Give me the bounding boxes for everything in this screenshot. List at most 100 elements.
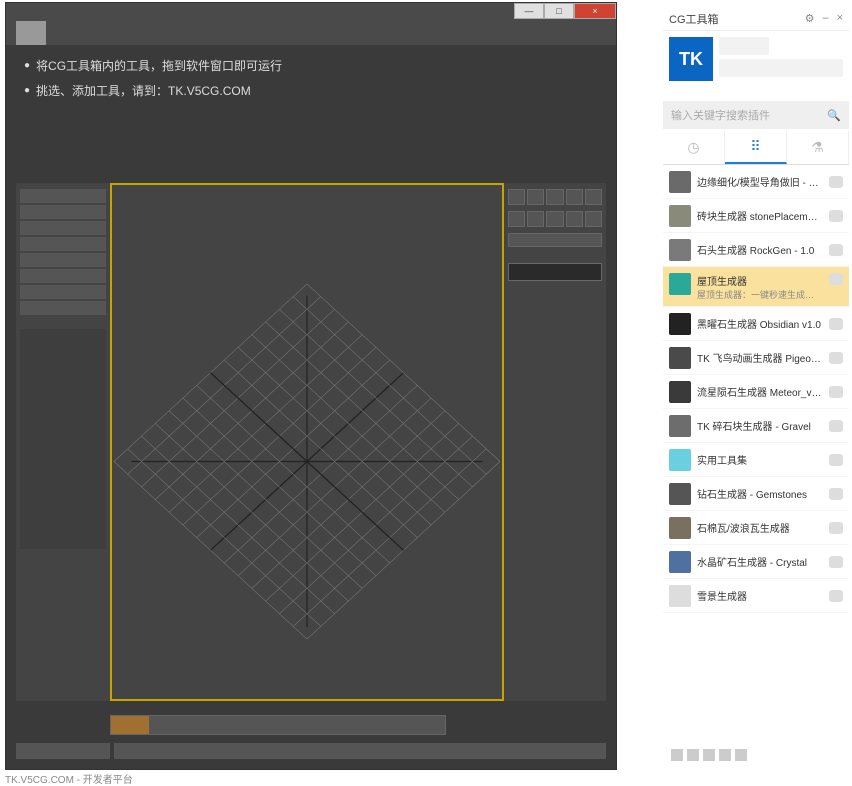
tool-item[interactable]: 实用工具集 bbox=[663, 443, 849, 477]
maximize-button[interactable]: □ bbox=[544, 3, 574, 19]
tool-text: 石头生成器 RockGen - 1.0 bbox=[697, 242, 823, 257]
tool-thumbnail bbox=[669, 483, 691, 505]
tool-slot[interactable] bbox=[20, 189, 106, 203]
toolbox-title: CG工具箱 bbox=[669, 11, 719, 27]
timeline-track[interactable] bbox=[110, 715, 446, 735]
tool-slot[interactable] bbox=[20, 253, 106, 267]
comment-icon[interactable] bbox=[829, 210, 843, 222]
view-btn[interactable] bbox=[566, 211, 583, 227]
comment-icon[interactable] bbox=[829, 318, 843, 330]
tool-item[interactable]: 石棉瓦/波浪瓦生成器 bbox=[663, 511, 849, 545]
view-btn[interactable] bbox=[546, 189, 563, 205]
view-btn[interactable] bbox=[527, 189, 544, 205]
footer-sq[interactable] bbox=[719, 749, 731, 761]
tool-item[interactable]: 屋顶生成器屋顶生成器：一键秒速生成各种复... bbox=[663, 267, 849, 307]
comment-icon[interactable] bbox=[829, 386, 843, 398]
close-button[interactable]: × bbox=[574, 3, 616, 19]
profile-section: TK bbox=[663, 31, 849, 99]
timeline-playhead[interactable] bbox=[111, 716, 149, 734]
workspace bbox=[16, 183, 606, 701]
tool-thumbnail bbox=[669, 347, 691, 369]
toolbox-header: CG工具箱 ⚙ – × bbox=[663, 7, 849, 31]
avatar[interactable]: TK bbox=[669, 37, 713, 81]
tool-list[interactable]: 边缘细化/模型导角做旧 - Deformed Edges 砖块生成器 stoneP… bbox=[663, 165, 849, 685]
tool-item[interactable]: 钻石生成器 - Gemstones bbox=[663, 477, 849, 511]
tool-text: 边缘细化/模型导角做旧 - Deformed Edges bbox=[697, 174, 823, 189]
settings-icon[interactable]: ⚙ bbox=[805, 12, 815, 25]
footer-sq[interactable] bbox=[703, 749, 715, 761]
tab-history[interactable]: ◷ bbox=[663, 131, 725, 164]
view-btn[interactable] bbox=[527, 211, 544, 227]
dropdown[interactable] bbox=[508, 263, 602, 281]
watermark: TK.V5CG.COM - 开发者平台 bbox=[5, 771, 133, 786]
comment-icon[interactable] bbox=[829, 488, 843, 500]
footer-sq[interactable] bbox=[735, 749, 747, 761]
tool-text: 雪景生成器 bbox=[697, 588, 823, 603]
tool-title: 雪景生成器 bbox=[697, 588, 823, 603]
tool-text: 石棉瓦/波浪瓦生成器 bbox=[697, 520, 823, 535]
tool-text: TK 碎石块生成器 - Gravel bbox=[697, 418, 823, 433]
tool-panel[interactable] bbox=[20, 329, 106, 549]
tool-item[interactable]: 黑曜石生成器 Obsidian v1.0 bbox=[663, 307, 849, 341]
comment-icon[interactable] bbox=[829, 522, 843, 534]
comment-icon[interactable] bbox=[829, 556, 843, 568]
hint-text-1: 将CG工具箱内的工具，拖到软件窗口即可运行 bbox=[6, 53, 616, 78]
timeline-controls[interactable] bbox=[16, 715, 110, 735]
status-field[interactable] bbox=[719, 59, 843, 77]
tab-flask[interactable]: ⚗ bbox=[787, 131, 849, 164]
comment-icon[interactable] bbox=[829, 420, 843, 432]
tool-text: 水晶矿石生成器 - Crystal bbox=[697, 554, 823, 569]
tool-item[interactable]: 砖块生成器 stonePlacementTools bbox=[663, 199, 849, 233]
comment-icon[interactable] bbox=[829, 244, 843, 256]
tool-title: 钻石生成器 - Gemstones bbox=[697, 486, 823, 501]
comment-icon[interactable] bbox=[829, 273, 843, 285]
status-slot[interactable] bbox=[16, 743, 110, 759]
tool-text: TK 飞鸟动画生成器 Pigeons_v1.0 bbox=[697, 350, 823, 365]
tool-slot[interactable] bbox=[20, 285, 106, 299]
comment-icon[interactable] bbox=[829, 590, 843, 602]
tool-item[interactable]: TK 碎石块生成器 - Gravel bbox=[663, 409, 849, 443]
tool-slot[interactable] bbox=[20, 269, 106, 283]
close-icon[interactable]: × bbox=[837, 12, 843, 25]
tool-item[interactable]: 水晶矿石生成器 - Crystal bbox=[663, 545, 849, 579]
tool-slot[interactable] bbox=[20, 205, 106, 219]
view-btn[interactable] bbox=[508, 189, 525, 205]
comment-icon[interactable] bbox=[829, 176, 843, 188]
timeline[interactable] bbox=[16, 715, 606, 735]
tool-item[interactable]: 雪景生成器 bbox=[663, 579, 849, 613]
footer-squares bbox=[671, 749, 747, 761]
comment-icon[interactable] bbox=[829, 454, 843, 466]
tool-item[interactable]: 边缘细化/模型导角做旧 - Deformed Edges bbox=[663, 165, 849, 199]
comment-icon[interactable] bbox=[829, 352, 843, 364]
tab-grid[interactable]: ⠿ bbox=[725, 131, 787, 164]
viewport-3d[interactable] bbox=[110, 183, 504, 701]
search-bar[interactable]: 输入关键字搜索插件 🔍 bbox=[663, 101, 849, 129]
minimize-button[interactable]: — bbox=[514, 3, 544, 19]
tool-slot[interactable] bbox=[20, 301, 106, 315]
tool-text: 黑曜石生成器 Obsidian v1.0 bbox=[697, 316, 823, 331]
view-btn[interactable] bbox=[566, 189, 583, 205]
tool-thumbnail bbox=[669, 239, 691, 261]
timeline-end[interactable] bbox=[446, 715, 606, 735]
tool-item[interactable]: TK 飞鸟动画生成器 Pigeons_v1.0 bbox=[663, 341, 849, 375]
tool-thumbnail bbox=[669, 585, 691, 607]
status-slot[interactable] bbox=[114, 743, 606, 759]
tool-title: 流星陨石生成器 Meteor_v1.0 bbox=[697, 384, 823, 399]
search-icon[interactable]: 🔍 bbox=[827, 109, 841, 122]
panel-btn[interactable] bbox=[508, 233, 602, 247]
tool-slot[interactable] bbox=[20, 221, 106, 235]
view-btn[interactable] bbox=[546, 211, 563, 227]
minimize-icon[interactable]: – bbox=[822, 12, 828, 25]
view-btn[interactable] bbox=[585, 211, 602, 227]
view-btn[interactable] bbox=[508, 211, 525, 227]
tool-item[interactable]: 流星陨石生成器 Meteor_v1.0 bbox=[663, 375, 849, 409]
tab-bar: ◷ ⠿ ⚗ bbox=[663, 131, 849, 165]
tool-item[interactable]: 石头生成器 RockGen - 1.0 bbox=[663, 233, 849, 267]
footer-sq[interactable] bbox=[671, 749, 683, 761]
tool-slot[interactable] bbox=[20, 237, 106, 251]
footer-sq[interactable] bbox=[687, 749, 699, 761]
username-field[interactable] bbox=[719, 37, 769, 55]
hint-text-2: 挑选、添加工具，请到：TK.V5CG.COM bbox=[6, 78, 616, 103]
view-btn[interactable] bbox=[585, 189, 602, 205]
search-placeholder: 输入关键字搜索插件 bbox=[671, 107, 770, 123]
